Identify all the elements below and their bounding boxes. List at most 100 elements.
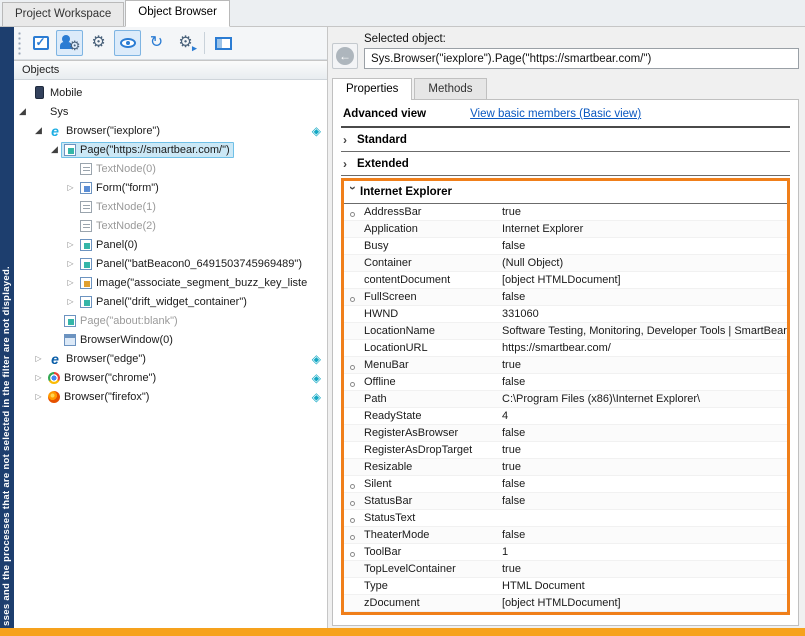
user-filter-button[interactable]: ⚙ [56, 30, 83, 56]
property-name: zDocument [344, 597, 502, 609]
tree-item-content[interactable]: Form("form") [77, 180, 163, 196]
gear-run-icon: ⚙▸ [178, 35, 192, 51]
property-row[interactable]: ApplicationInternet Explorer [344, 221, 787, 238]
selected-object-input[interactable] [364, 48, 799, 69]
basic-view-link[interactable]: View basic members (Basic view) [470, 108, 641, 120]
tree-item[interactable]: ◢Page("https://smartbear.com/") [14, 140, 327, 159]
tree-item-content[interactable]: TextNode(1) [77, 199, 160, 215]
property-row[interactable]: TypeHTML Document [344, 578, 787, 595]
tree-item[interactable]: ▷Panel("batBeacon0_6491503745969489") [14, 254, 327, 273]
property-row[interactable]: PathC:\Program Files (x86)\Internet Expl… [344, 391, 787, 408]
property-row[interactable]: MenuBartrue [344, 357, 787, 374]
tree-item[interactable]: ▷ Panel("drift_widget_container") [14, 292, 327, 311]
property-row[interactable]: StatusText [344, 510, 787, 527]
property-row[interactable]: LocationNameSoftware Testing, Monitoring… [344, 323, 787, 340]
tree-item[interactable]: TextNode(0) [14, 159, 327, 178]
tree-item[interactable]: TextNode(1) [14, 197, 327, 216]
property-row[interactable]: Silentfalse [344, 476, 787, 493]
tree-item[interactable]: ◢Sys [14, 102, 327, 121]
tree-item-content[interactable]: Panel(0) [77, 237, 142, 253]
expand-icon[interactable]: ▷ [32, 373, 45, 382]
collapse-icon[interactable]: ◢ [16, 106, 29, 117]
expand-icon[interactable]: ▷ [64, 183, 77, 192]
tree-item-content[interactable]: Browser("chrome") [45, 370, 160, 386]
tree-item-content[interactable]: Image("associate_segment_buzz_key_liste [77, 275, 311, 291]
tree-item[interactable]: Page("about:blank") [14, 311, 327, 330]
property-row[interactable]: TopLevelContainertrue [344, 561, 787, 578]
expand-icon[interactable]: ▷ [64, 259, 77, 268]
property-value: 4 [502, 410, 787, 422]
back-button[interactable]: ← [332, 43, 358, 69]
property-row[interactable]: ToolBar1 [344, 544, 787, 561]
expand-icon[interactable]: ▷ [32, 392, 45, 401]
tree-item-content[interactable]: Page("https://smartbear.com/") [61, 142, 234, 158]
expand-icon[interactable]: ▷ [64, 240, 77, 249]
tab-methods[interactable]: Methods [414, 78, 486, 99]
expand-icon[interactable]: ▷ [64, 297, 77, 306]
section-standard[interactable]: › Standard [341, 128, 790, 152]
tree-item-content[interactable]: Panel("batBeacon0_6491503745969489") [77, 256, 306, 272]
property-row[interactable]: RegisterAsBrowserfalse [344, 425, 787, 442]
property-row[interactable]: ReadyState4 [344, 408, 787, 425]
tree-item-content[interactable]: TextNode(2) [77, 218, 160, 234]
property-row[interactable]: Resizabletrue [344, 459, 787, 476]
tree-item-label: Panel("drift_widget_container") [96, 296, 247, 308]
checklist-button[interactable] [27, 30, 54, 56]
tree-item-content[interactable]: Mobile [29, 84, 86, 101]
tree-item-content[interactable]: eBrowser("edge") [45, 350, 150, 367]
property-row[interactable]: AddressBartrue [344, 204, 787, 221]
tree-item-content[interactable]: Sys [29, 103, 72, 120]
property-row[interactable]: zDocument[object HTMLDocument] [344, 595, 787, 612]
tree-item-content[interactable]: eBrowser("iexplore") [45, 122, 164, 139]
expand-icon[interactable]: ▷ [32, 354, 45, 363]
actions-button[interactable]: ⚙▸ [172, 30, 199, 56]
tree-item[interactable]: ▷Browser("chrome")◈ [14, 368, 327, 387]
tree-item-content[interactable]: Browser("firefox") [45, 389, 153, 405]
property-value: true [502, 444, 787, 456]
property-row[interactable]: StatusBarfalse [344, 493, 787, 510]
tree-item-label: Mobile [50, 87, 82, 99]
tree-item[interactable]: TextNode(2) [14, 216, 327, 235]
tree-item-content[interactable]: TextNode(0) [77, 161, 160, 177]
panel-layout-button[interactable] [210, 30, 237, 56]
property-row[interactable]: TheaterModefalse [344, 527, 787, 544]
property-row[interactable]: HWND331060 [344, 306, 787, 323]
toolbar-grip-handle[interactable] [17, 31, 22, 55]
property-value: false [502, 495, 787, 507]
section-extended[interactable]: › Extended [341, 152, 790, 176]
tab-object-browser[interactable]: Object Browser [125, 0, 230, 27]
tree-item-content[interactable]: BrowserWindow(0) [61, 332, 177, 348]
section-internet-explorer[interactable]: › Internet Explorer [344, 181, 787, 204]
tree-item[interactable]: ▷Image("associate_segment_buzz_key_liste [14, 273, 327, 292]
watch-button[interactable] [114, 30, 141, 56]
property-row[interactable]: Busyfalse [344, 238, 787, 255]
tree-item[interactable]: ▷ Form("form") [14, 178, 327, 197]
tree-item[interactable]: ▷Panel(0) [14, 235, 327, 254]
settings-button[interactable]: ⚙ [85, 30, 112, 56]
tree-item[interactable]: BrowserWindow(0) [14, 330, 327, 349]
property-value: Internet Explorer [502, 223, 787, 235]
property-row[interactable]: Offlinefalse [344, 374, 787, 391]
tree-item-content[interactable]: Panel("drift_widget_container") [77, 294, 251, 310]
tree-item[interactable]: ▷Browser("firefox")◈ [14, 387, 327, 406]
vertical-note-text: sses and the processes that are not sele… [1, 266, 12, 626]
property-name: Busy [344, 240, 502, 252]
tree-item[interactable]: ▷eBrowser("edge")◈ [14, 349, 327, 368]
tab-properties[interactable]: Properties [332, 78, 412, 100]
property-row[interactable]: FullScreenfalse [344, 289, 787, 306]
tree-item-label: Form("form") [96, 182, 159, 194]
property-row[interactable]: Container(Null Object) [344, 255, 787, 272]
inspector-panel: ← Selected object: Properties Methods Ad… [328, 27, 805, 628]
tree-item[interactable]: Mobile [14, 83, 327, 102]
expand-icon[interactable]: ▷ [64, 278, 77, 287]
refresh-button[interactable]: ↻ [143, 30, 170, 56]
tree-item[interactable]: ◢eBrowser("iexplore")◈ [14, 121, 327, 140]
tree-item-content[interactable]: Page("about:blank") [61, 313, 182, 329]
property-row[interactable]: LocationURLhttps://smartbear.com/ [344, 340, 787, 357]
property-row[interactable]: contentDocument[object HTMLDocument] [344, 272, 787, 289]
property-row[interactable]: RegisterAsDropTargettrue [344, 442, 787, 459]
collapse-icon[interactable]: ◢ [32, 125, 45, 136]
tab-project-workspace[interactable]: Project Workspace [2, 2, 124, 26]
tree-item-label: Browser("iexplore") [66, 125, 160, 137]
collapse-icon[interactable]: ◢ [48, 144, 61, 155]
